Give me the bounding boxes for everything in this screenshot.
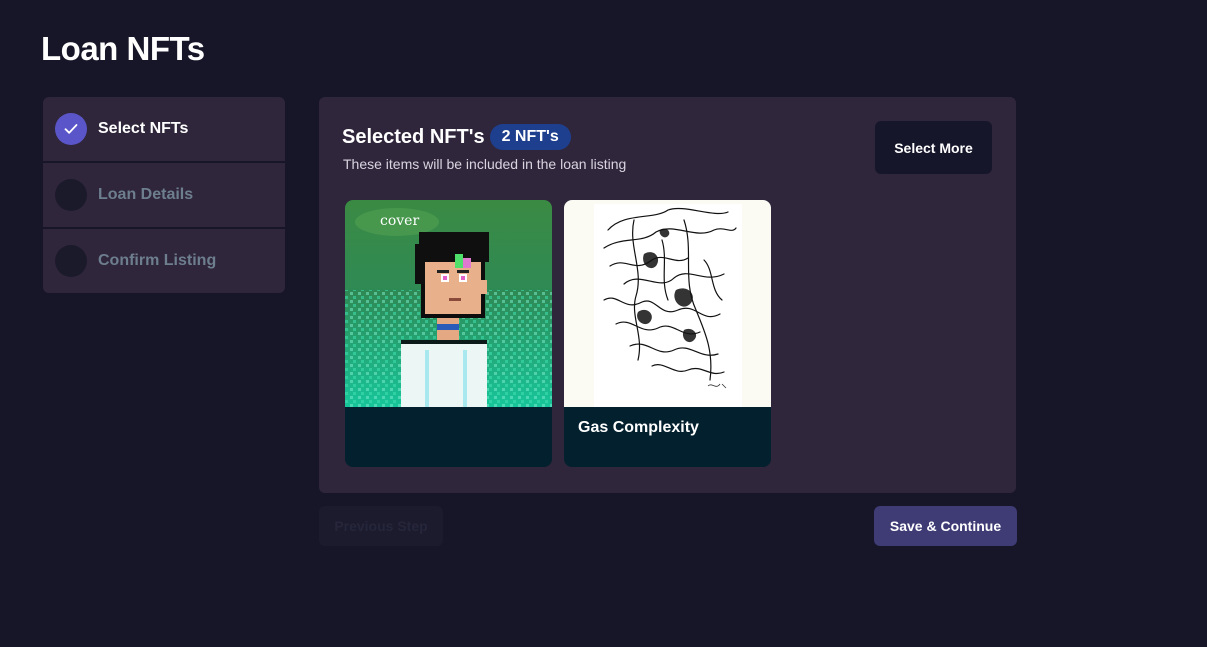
cover-label: cover <box>380 213 420 229</box>
panel-title: Selected NFT's <box>342 125 485 148</box>
panel-header: Selected NFT's 2 NFT's <box>342 124 571 150</box>
panel-subtitle: These items will be included in the loan… <box>343 156 627 172</box>
step-loan-details[interactable]: Loan Details <box>43 163 285 227</box>
previous-step-button[interactable]: Previous Step <box>319 506 443 546</box>
ink-sketch-artwork-image <box>564 200 771 407</box>
select-more-button[interactable]: Select More <box>875 121 992 174</box>
page-title: Loan NFTs <box>41 30 205 67</box>
step-pending-indicator <box>55 245 87 277</box>
nft-name: Gas Complexity <box>578 419 699 436</box>
step-label: Confirm Listing <box>98 252 217 269</box>
step-label: Loan Details <box>98 186 194 203</box>
pixel-avatar-image <box>345 200 552 407</box>
selected-nfts-panel: Selected NFT's 2 NFT's These items will … <box>319 97 1016 493</box>
nft-count-badge: 2 NFT's <box>489 124 571 150</box>
step-complete-indicator <box>55 113 87 145</box>
step-label: Select NFTs <box>98 120 189 137</box>
step-pending-indicator <box>55 179 87 211</box>
step-select-nfts[interactable]: Select NFTs <box>43 97 285 161</box>
checkmark-icon <box>64 124 78 134</box>
save-continue-button[interactable]: Save & Continue <box>874 506 1017 546</box>
nft-card[interactable]: cover <box>345 200 552 467</box>
step-confirm-listing[interactable]: Confirm Listing <box>43 229 285 293</box>
nft-card[interactable]: Gas Complexity <box>564 200 771 467</box>
stepper: Select NFTs Loan Details Confirm Listing <box>43 97 285 293</box>
